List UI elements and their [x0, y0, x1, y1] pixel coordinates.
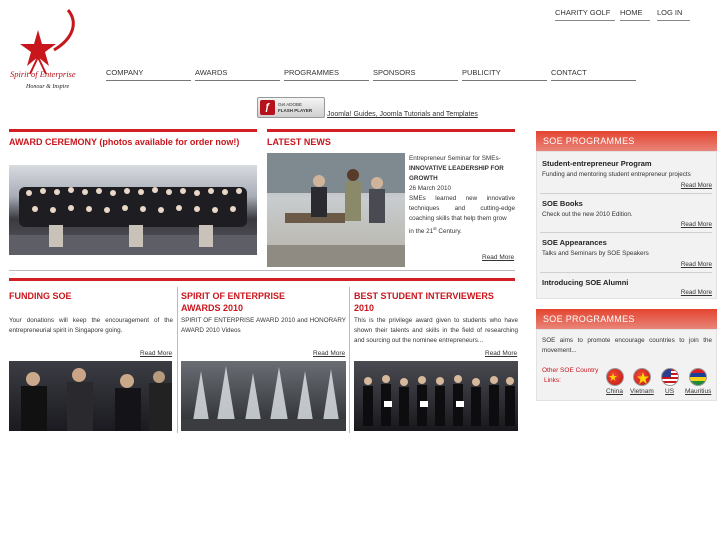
award-ceremony-bar	[9, 129, 257, 132]
vietnam-flag-icon[interactable]	[633, 368, 651, 386]
news-body-2: techniques and cutting-edge	[409, 205, 515, 212]
news-headline-1[interactable]: INNOVATIVE LEADERSHIP FOR	[409, 164, 515, 174]
sidebar-item-read-more[interactable]: Read More	[681, 182, 712, 189]
funding-body: Your donations will keep the encourageme…	[9, 317, 173, 334]
news-body-3: coaching skills that help them grow	[409, 215, 507, 222]
logo-name: Spirit of Enterprise	[10, 69, 76, 79]
latest-news-text: Entrepreneur Seminar for SMEs- INNOVATIV…	[409, 154, 515, 237]
sidebar-item-soe-appearances[interactable]: SOE Appearances	[542, 238, 607, 247]
interviewers-photo[interactable]	[354, 361, 518, 431]
flash-badge-line1: Get ADOBE	[278, 102, 303, 107]
audience-photo-image	[21, 368, 172, 431]
awards-2010-title-1: SPIRIT OF ENTERPRISE	[181, 291, 286, 301]
nav-contact[interactable]: CONTACT	[551, 68, 636, 81]
charity-golf-link[interactable]: CHARITY GOLF	[555, 8, 615, 21]
sidebar-separator	[540, 232, 712, 233]
sidebar-item-soe-books[interactable]: SOE Books	[542, 199, 583, 208]
other-country-links-label: Other SOE Country Links:	[542, 366, 598, 386]
news-intro: Entrepreneur Seminar for SMEs-	[409, 155, 501, 162]
news-body-4: in the 21st Century.	[409, 224, 515, 237]
news-body-1: SMEs learned new innovative	[409, 195, 515, 202]
other-country-label-1: Other SOE Country	[542, 367, 599, 374]
students-photo-image	[363, 375, 515, 426]
nav-programmes[interactable]: PROGRAMMES	[284, 68, 369, 81]
sidebar-item-desc: Check out the new 2010 Edition.	[542, 211, 633, 218]
nav-company[interactable]: COMPANY	[106, 68, 191, 81]
country-link-china[interactable]: China	[606, 388, 623, 395]
bottom-row-bar	[9, 278, 515, 281]
awards-2010-body: SPIRIT OF ENTERPRISE AWARD 2010 and HONO…	[181, 317, 346, 334]
col-divider-1	[177, 287, 178, 433]
handshake-photo-image	[267, 153, 405, 267]
get-flash-player-badge[interactable]: ƒ Get ADOBE FLASH PLAYER	[257, 97, 325, 118]
latest-news-read-more[interactable]: Read More	[482, 254, 514, 261]
sidebar-programmes-header-2: SOE PROGRAMMES	[536, 309, 717, 329]
home-link[interactable]: HOME	[620, 8, 650, 21]
news-date: 26 March 2010	[409, 185, 452, 192]
nav-sponsors[interactable]: SPONSORS	[373, 68, 458, 81]
login-link[interactable]: LOG IN	[657, 8, 690, 21]
sidebar-aim-text: SOE aims to promote encourage countries …	[542, 337, 712, 354]
country-link-us[interactable]: US	[665, 388, 674, 395]
logo-tagline: Honour & Inspire	[26, 84, 70, 90]
interviewers-title[interactable]: BEST STUDENT INTERVIEWERS 2010	[354, 290, 494, 314]
interviewers-title-2: 2010	[354, 303, 375, 313]
col-divider-2	[349, 287, 350, 433]
latest-news-title[interactable]: LATEST NEWS	[267, 136, 331, 148]
sidebar-item-desc: Funding and mentoring student entreprene…	[542, 171, 691, 178]
trophies-photo-image	[181, 366, 346, 431]
latest-news-bar	[267, 129, 515, 132]
row-divider	[9, 270, 515, 271]
star-logo-icon	[20, 9, 75, 75]
flash-icon: ƒ	[260, 100, 275, 115]
sidebar-programmes-header: SOE PROGRAMMES	[536, 131, 717, 151]
sidebar-item-read-more[interactable]: Read More	[681, 289, 712, 296]
country-link-mauritius[interactable]: Mauritius	[685, 388, 711, 395]
country-link-vietnam[interactable]: Vietnam	[630, 388, 654, 395]
sidebar-separator	[540, 193, 712, 194]
flash-badge-line2: FLASH PLAYER	[278, 108, 313, 113]
interviewers-body: This is the privilege award given to stu…	[354, 317, 518, 344]
joomla-link[interactable]: Joomla! Guides, Joomla Tutorials and Tem…	[327, 111, 478, 118]
awards-2010-title[interactable]: SPIRIT OF ENTERPRISE AWARDS 2010	[181, 290, 285, 314]
funding-photo[interactable]	[9, 361, 172, 431]
logo[interactable]	[8, 8, 100, 94]
sidebar-item-read-more[interactable]: Read More	[681, 221, 712, 228]
award-ceremony-title[interactable]: AWARD CEREMONY (photos available for ord…	[9, 136, 239, 148]
group-photo-image	[9, 187, 257, 255]
news-body-4-pre: in the 21	[409, 228, 434, 236]
interviewers-title-1: BEST STUDENT INTERVIEWERS	[354, 291, 494, 301]
funding-title[interactable]: FUNDING SOE	[9, 290, 72, 302]
awards-2010-photo[interactable]	[181, 361, 346, 431]
sidebar-separator	[540, 272, 712, 273]
nav-publicity[interactable]: PUBLICITY	[462, 68, 547, 81]
sidebar-item-desc: Talks and Seminars by SOE Speakers	[542, 250, 649, 257]
interviewers-read-more[interactable]: Read More	[485, 350, 517, 357]
mauritius-flag-icon[interactable]	[689, 368, 707, 386]
latest-news-photo[interactable]	[267, 153, 405, 267]
awards-2010-read-more[interactable]: Read More	[313, 350, 345, 357]
news-headline-2[interactable]: GROWTH	[409, 174, 515, 184]
award-ceremony-photo[interactable]	[9, 165, 257, 255]
awards-2010-title-2: AWARDS 2010	[181, 303, 244, 313]
funding-read-more[interactable]: Read More	[140, 350, 172, 357]
sidebar-item-soe-alumni[interactable]: Introducing SOE Alumni	[542, 278, 628, 287]
news-body-4-post: Century.	[436, 228, 462, 236]
sidebar-item-student-entrepreneur[interactable]: Student-entrepreneur Program	[542, 159, 652, 168]
other-country-label-2: Links:	[544, 377, 561, 384]
sidebar-item-read-more[interactable]: Read More	[681, 261, 712, 268]
china-flag-icon[interactable]	[606, 368, 624, 386]
us-flag-icon[interactable]	[661, 368, 679, 386]
nav-awards[interactable]: AWARDS	[195, 68, 280, 81]
